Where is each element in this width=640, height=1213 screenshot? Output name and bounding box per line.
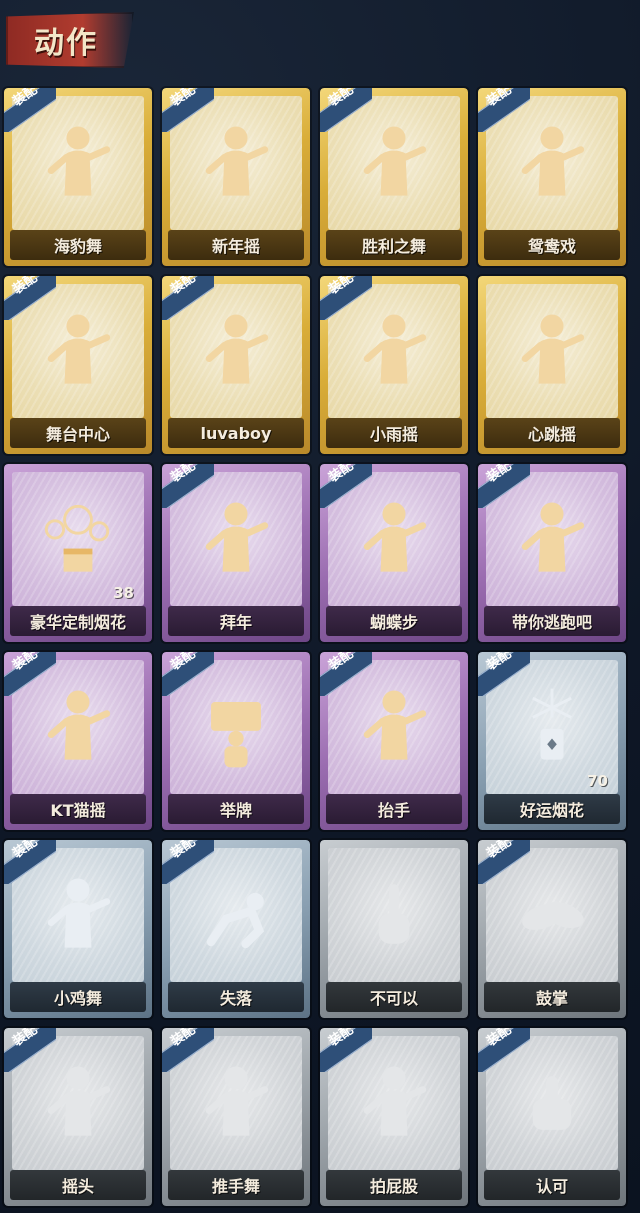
emote-card[interactable]: 装配鸳鸯戏 [478,88,626,266]
item-count: 70 [587,772,608,790]
emote-name: 摇头 [10,1170,146,1200]
equipped-badge: 装配 [162,276,214,320]
emote-name: 鼓掌 [484,982,620,1012]
emote-name: 认可 [484,1170,620,1200]
emote-card[interactable]: 装配带你逃跑吧 [478,464,626,642]
emote-card[interactable]: 装配小鸡舞 [4,840,152,1018]
emote-card[interactable]: 装配失落 [162,840,310,1018]
emote-name: 新年摇 [168,230,304,260]
emote-card[interactable]: 装配 luvaboy [162,276,310,454]
emote-card[interactable]: 装配海豹舞 [4,88,152,266]
emote-name: 拜年 [168,606,304,636]
equipped-badge: 装配 [4,88,56,132]
emote-name: 带你逃跑吧 [484,606,620,636]
emote-name: KT猫摇 [10,794,146,824]
equipped-badge: 装配 [320,88,372,132]
emote-name: 拍屁股 [326,1170,462,1200]
item-count: 38 [113,584,134,602]
equipped-badge: 装配 [478,88,530,132]
emote-card[interactable]: 不可以 [320,840,468,1018]
emote-name: 抬手 [326,794,462,824]
emote-name: 海豹舞 [10,230,146,260]
emote-card[interactable]: 装配拍屁股 [320,1028,468,1206]
emote-card[interactable]: 心跳摇 [478,276,626,454]
emote-card[interactable]: 装配 KT猫摇 [4,652,152,830]
emote-name: 推手舞 [168,1170,304,1200]
emote-name: 小雨摇 [326,418,462,448]
section-header: 动作 [0,0,640,82]
emote-card[interactable]: 装配 70 好运烟花 [478,652,626,830]
equipped-badge: 装配 [320,276,372,320]
equipped-badge: 装配 [478,840,530,884]
emote-card[interactable]: 装配新年摇 [162,88,310,266]
equipped-badge: 装配 [478,652,530,696]
equipped-badge: 装配 [4,1028,56,1072]
equipped-badge: 装配 [478,464,530,508]
emote-card[interactable]: 装配舞台中心 [4,276,152,454]
emote-card[interactable]: 装配胜利之舞 [320,88,468,266]
emote-card[interactable]: 装配推手舞 [162,1028,310,1206]
equipped-badge: 装配 [162,1028,214,1072]
dancer-icon [486,284,618,418]
emote-card[interactable]: 装配拜年 [162,464,310,642]
emote-name: 心跳摇 [484,418,620,448]
equipped-badge: 装配 [478,1028,530,1072]
equipped-badge: 装配 [4,276,56,320]
page-title: 动作 [34,26,98,61]
emote-name: 不可以 [326,982,462,1012]
equipped-badge: 装配 [320,652,372,696]
equipped-badge: 装配 [162,88,214,132]
emote-name: 胜利之舞 [326,230,462,260]
emote-name: 舞台中心 [10,418,146,448]
emote-card[interactable]: 装配认可 [478,1028,626,1206]
emote-card[interactable]: 装配蝴蝶步 [320,464,468,642]
emote-card[interactable]: 装配摇头 [4,1028,152,1206]
emote-name: 豪华定制烟花 [10,606,146,636]
emote-name: 鸳鸯戏 [484,230,620,260]
emote-card[interactable]: 装配小雨摇 [320,276,468,454]
equipped-badge: 装配 [162,652,214,696]
emote-name: 举牌 [168,794,304,824]
equipped-badge: 装配 [320,1028,372,1072]
equipped-badge: 装配 [4,652,56,696]
emote-name: 好运烟花 [484,794,620,824]
equipped-badge: 装配 [162,840,214,884]
equipped-badge: 装配 [4,840,56,884]
emote-card[interactable]: 38 豪华定制烟花 [4,464,152,642]
emote-card[interactable]: 装配抬手 [320,652,468,830]
emote-card[interactable]: 装配举牌 [162,652,310,830]
equipped-badge: 装配 [320,464,372,508]
emote-name: 蝴蝶步 [326,606,462,636]
emote-name: 小鸡舞 [10,982,146,1012]
finger-icon [328,848,460,982]
emote-name: 失落 [168,982,304,1012]
equipped-badge: 装配 [162,464,214,508]
emote-name: luvaboy [168,418,304,448]
emote-card[interactable]: 装配鼓掌 [478,840,626,1018]
